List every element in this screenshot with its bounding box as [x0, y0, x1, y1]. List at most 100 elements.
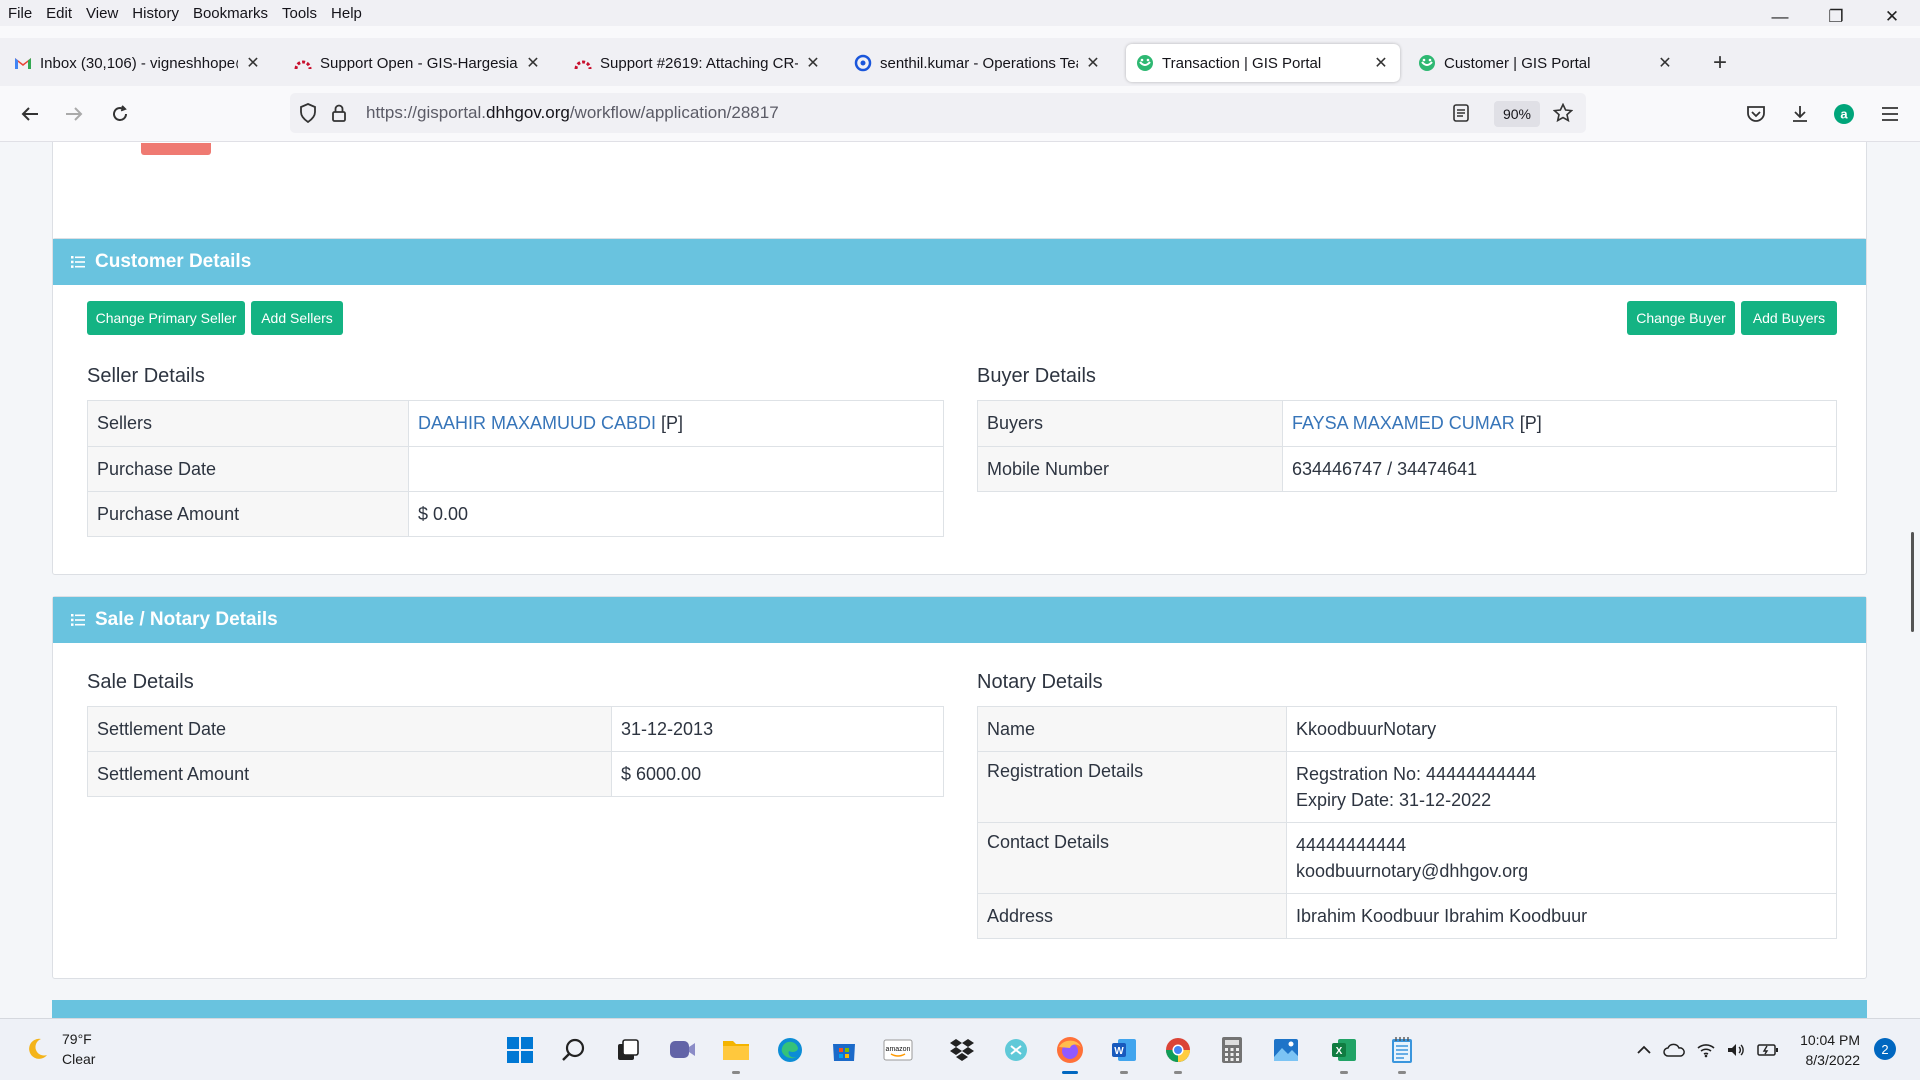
menu-help[interactable]: Help — [324, 5, 369, 22]
menu-view[interactable]: View — [79, 5, 125, 22]
close-window-button[interactable]: ✕ — [1864, 0, 1920, 34]
url-host: dhhgov.org — [486, 103, 570, 122]
clock-date: 8/3/2022 — [1805, 1052, 1861, 1068]
task-view-button[interactable] — [610, 1032, 646, 1068]
reload-button[interactable] — [104, 98, 136, 130]
url-text[interactable]: https://gisportal.dhhgov.org/workflow/ap… — [366, 103, 779, 123]
file-explorer-button[interactable] — [718, 1032, 754, 1074]
amazon-button[interactable]: amazon — [880, 1032, 916, 1068]
weather-widget[interactable]: 79°F Clear — [24, 1029, 95, 1069]
tab-inbox[interactable]: Inbox (30,106) - vigneshhope@g ✕ — [4, 44, 272, 82]
notary-email: koodbuurnotary@dhhgov.org — [1296, 861, 1529, 881]
buyer-name-link[interactable]: FAYSA MAXAMED CUMAR — [1292, 413, 1515, 433]
windows-icon — [507, 1037, 533, 1063]
seller-name-link[interactable]: DAAHIR MAXAMUUD CABDI — [418, 413, 656, 433]
onedrive-icon[interactable] — [1662, 1039, 1686, 1061]
menu-tools[interactable]: Tools — [275, 5, 324, 22]
volume-icon[interactable] — [1724, 1039, 1748, 1061]
menu-file[interactable]: File — [0, 5, 39, 22]
teams-chat-icon — [670, 1041, 695, 1058]
svg-text:X: X — [1336, 1046, 1343, 1057]
tab-support-open[interactable]: Support Open - GIS-Hargesia - ✕ — [284, 44, 552, 82]
bookmark-star-icon[interactable] — [1552, 102, 1574, 124]
weather-text: 79°F Clear — [62, 1029, 95, 1069]
tab-support-2619[interactable]: Support #2619: Attaching CR-42 ✕ — [564, 44, 832, 82]
page-scrollbar[interactable] — [1906, 142, 1920, 1018]
dropbox-icon — [950, 1039, 974, 1061]
hamburger-menu-icon[interactable] — [1874, 98, 1906, 130]
forward-button[interactable] — [58, 98, 90, 130]
menu-bookmarks[interactable]: Bookmarks — [186, 5, 275, 22]
svg-text:amazon: amazon — [886, 1046, 911, 1053]
excel-button[interactable]: X — [1326, 1032, 1362, 1074]
clock[interactable]: 10:04 PM 8/3/2022 — [1780, 1030, 1860, 1070]
show-hidden-icons-chevron-icon[interactable] — [1632, 1039, 1656, 1061]
seller-primary-tag: [P] — [656, 413, 684, 433]
scrollbar-thumb[interactable] — [1911, 532, 1914, 632]
search-button[interactable] — [556, 1032, 592, 1068]
gmail-icon — [14, 54, 32, 72]
change-buyer-button[interactable]: Change Buyer — [1627, 301, 1735, 335]
new-tab-button[interactable]: + — [1700, 44, 1740, 82]
edge-icon — [778, 1038, 802, 1062]
mobile-number-label: Mobile Number — [977, 446, 1283, 492]
tab-close-icon[interactable]: ✕ — [244, 53, 262, 73]
purchase-amount-value: $ 0.00 — [408, 491, 944, 537]
card-title: Sale / Notary Details — [95, 609, 278, 630]
wifi-icon[interactable] — [1694, 1039, 1718, 1061]
restore-button[interactable]: ❐ — [1808, 0, 1864, 34]
start-button[interactable] — [502, 1032, 538, 1068]
minimize-button[interactable]: — — [1752, 0, 1808, 34]
menu-history[interactable]: History — [125, 5, 186, 22]
edge-button[interactable] — [772, 1032, 808, 1068]
running-indicator — [1120, 1071, 1128, 1074]
svg-text:W: W — [1114, 1046, 1124, 1057]
tab-close-icon[interactable]: ✕ — [1656, 53, 1674, 73]
lock-icon[interactable] — [328, 102, 350, 124]
back-button[interactable] — [14, 98, 46, 130]
tab-close-icon[interactable]: ✕ — [1372, 53, 1390, 73]
tab-close-icon[interactable]: ✕ — [524, 53, 542, 73]
tab-customer-gis-portal[interactable]: Customer | GIS Portal ✕ — [1408, 44, 1684, 82]
tab-title: Transaction | GIS Portal — [1162, 54, 1322, 72]
gis-portal-icon — [1136, 54, 1154, 72]
mail-app-button[interactable] — [998, 1032, 1034, 1068]
add-buyers-button[interactable]: Add Buyers — [1741, 301, 1837, 335]
downloads-icon[interactable] — [1784, 98, 1816, 130]
pocket-icon[interactable] — [1740, 98, 1772, 130]
tab-operations-team[interactable]: senthil.kumar - Operations Tean ✕ — [844, 44, 1112, 82]
next-card-header — [52, 1000, 1867, 1018]
firefox-button[interactable] — [1052, 1032, 1088, 1074]
tab-title: Customer | GIS Portal — [1444, 54, 1591, 72]
notary-name-label: Name — [977, 706, 1287, 752]
table-row: Registration Details Regstration No: 444… — [977, 751, 1837, 823]
tab-close-icon[interactable]: ✕ — [1084, 53, 1102, 73]
svg-text:a: a — [1840, 107, 1848, 122]
sale-details-table: Settlement Date 31-12-2013 Settlement Am… — [87, 706, 944, 797]
chrome-button[interactable] — [1160, 1032, 1196, 1074]
dropbox-button[interactable] — [944, 1032, 980, 1068]
teams-chat-button[interactable] — [664, 1032, 700, 1068]
photos-button[interactable] — [1268, 1032, 1304, 1068]
zoom-level-button[interactable]: 90% — [1494, 101, 1540, 127]
sale-notary-details-card: Sale / Notary Details Sale Details Notar… — [52, 596, 1867, 979]
battery-icon[interactable] — [1756, 1039, 1780, 1061]
running-indicator — [1174, 1071, 1182, 1074]
store-button[interactable] — [826, 1032, 862, 1068]
search-icon — [562, 1038, 585, 1061]
notification-badge[interactable]: 2 — [1874, 1038, 1896, 1060]
notepad-button[interactable] — [1384, 1032, 1420, 1074]
menu-edit[interactable]: Edit — [39, 5, 79, 22]
change-primary-seller-button[interactable]: Change Primary Seller — [87, 301, 245, 335]
extension-icon[interactable]: a — [1828, 98, 1860, 130]
word-button[interactable]: W — [1106, 1032, 1142, 1074]
tab-close-icon[interactable]: ✕ — [804, 53, 822, 73]
tracking-protection-icon[interactable] — [297, 102, 319, 124]
url-bar[interactable]: https://gisportal.dhhgov.org/workflow/ap… — [290, 93, 1586, 133]
add-sellers-button[interactable]: Add Sellers — [251, 301, 343, 335]
running-indicator — [1062, 1071, 1078, 1074]
calculator-button[interactable] — [1214, 1032, 1250, 1068]
reload-icon — [113, 105, 127, 121]
reader-view-icon[interactable] — [1450, 102, 1472, 124]
tab-transaction-gis-portal[interactable]: Transaction | GIS Portal ✕ — [1126, 44, 1400, 82]
